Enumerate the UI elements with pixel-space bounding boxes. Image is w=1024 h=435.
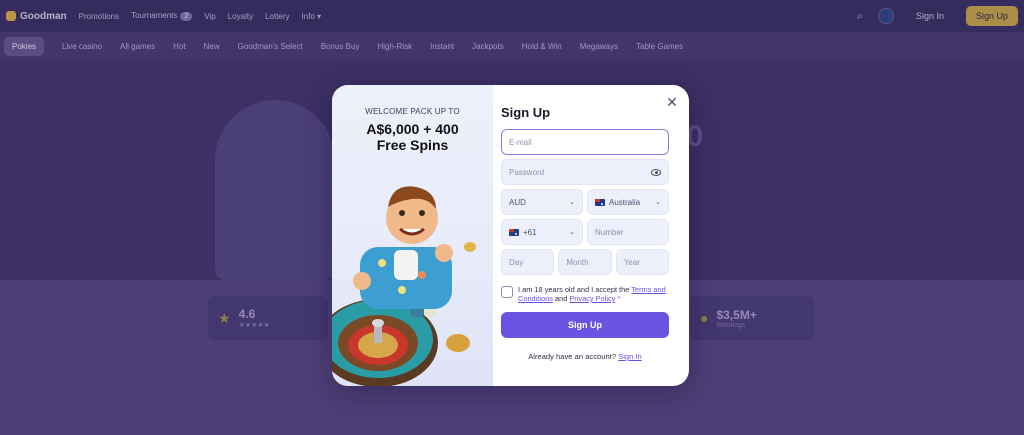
promo-illustration [332, 186, 476, 386]
birth-year-input[interactable] [623, 257, 661, 267]
country-select[interactable]: Australia ⌄ [587, 189, 669, 215]
country-value: Australia [609, 197, 641, 207]
signin-link[interactable]: Sign In [618, 352, 642, 361]
signup-modal: WELCOME PACK UP TO A$6,000 + 400 Free Sp… [332, 85, 689, 386]
eye-icon[interactable] [650, 168, 661, 176]
promo-panel: WELCOME PACK UP TO A$6,000 + 400 Free Sp… [332, 85, 493, 386]
chevron-down-icon: ⌄ [655, 199, 661, 206]
australia-flag-icon [509, 228, 519, 236]
birth-day-input[interactable] [509, 257, 547, 267]
chevron-down-icon: ⌄ [569, 229, 575, 236]
signin-prompt: Already have an account? Sign In [528, 352, 642, 361]
dial-code-select[interactable]: +61 ⌄ [501, 219, 583, 245]
modal-title: Sign Up [501, 105, 551, 120]
terms-checkbox[interactable] [501, 286, 513, 298]
phone-number-input[interactable] [595, 227, 661, 237]
terms-text: I am 18 years old and I accept the Terms… [518, 285, 666, 303]
currency-value: AUD [509, 197, 526, 207]
currency-select[interactable]: AUD ⌄ [501, 189, 583, 215]
australia-flag-icon [595, 198, 605, 206]
terms-row: I am 18 years old and I accept the Terms… [501, 285, 669, 303]
signup-submit-button[interactable]: Sign Up [501, 312, 669, 338]
email-field[interactable] [501, 129, 669, 155]
birth-month-field[interactable] [558, 249, 612, 275]
password-field[interactable] [501, 159, 669, 185]
close-icon[interactable]: ✕ [665, 95, 679, 109]
birth-month-input[interactable] [566, 257, 604, 267]
birth-day-field[interactable] [501, 249, 555, 275]
phone-number-field[interactable] [587, 219, 669, 245]
birth-year-field[interactable] [615, 249, 669, 275]
email-input[interactable] [509, 137, 661, 147]
password-input[interactable] [509, 167, 651, 177]
chevron-down-icon: ⌄ [569, 199, 575, 206]
signup-form: ✕ Sign Up AUD ⌄ Australia ⌄ +61 ⌄ [493, 85, 689, 386]
privacy-link[interactable]: Privacy Policy [569, 294, 615, 303]
dial-code-value: +61 [523, 227, 537, 237]
